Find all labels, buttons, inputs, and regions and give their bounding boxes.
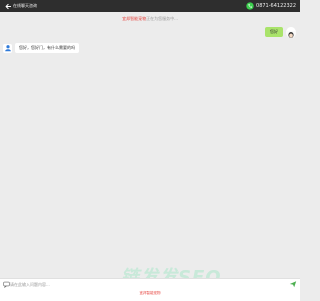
user-avatar-icon [286, 30, 296, 38]
message-agent: 您好，您好门，有什么需要的吗 [3, 42, 79, 54]
chat-icon [3, 281, 10, 288]
user-bubble: 您好 [265, 27, 283, 37]
message-input[interactable] [10, 281, 280, 288]
notice-text: 正在为您服务中... [146, 16, 178, 21]
message-user: 您好 [265, 26, 296, 38]
agent-avatar-icon [4, 45, 11, 52]
page-title: 在线聊天咨询 [13, 3, 37, 8]
user-avatar [286, 26, 296, 38]
phone-icon [246, 2, 254, 10]
back-button[interactable] [3, 1, 13, 11]
send-icon [289, 281, 297, 288]
agent-avatar [3, 43, 12, 53]
phone-number: 0871-64122322 [256, 3, 296, 9]
footer-brand: 宜邦智能宠物 [139, 291, 161, 295]
agent-bubble: 您好，您好门，有什么需要的吗 [15, 43, 79, 53]
phone-link[interactable]: 0871-64122322 [246, 1, 296, 11]
composer-bar: 宜邦智能宠物 [0, 278, 300, 301]
header-bar: 在线聊天咨询 0871-64122322 [0, 0, 300, 12]
arrow-left-icon [5, 3, 11, 9]
notice-company: 宜邦智能宠物 [122, 16, 147, 21]
service-notice: 宜邦智能宠物正在为您服务中... [0, 16, 300, 22]
send-button[interactable] [289, 280, 297, 288]
